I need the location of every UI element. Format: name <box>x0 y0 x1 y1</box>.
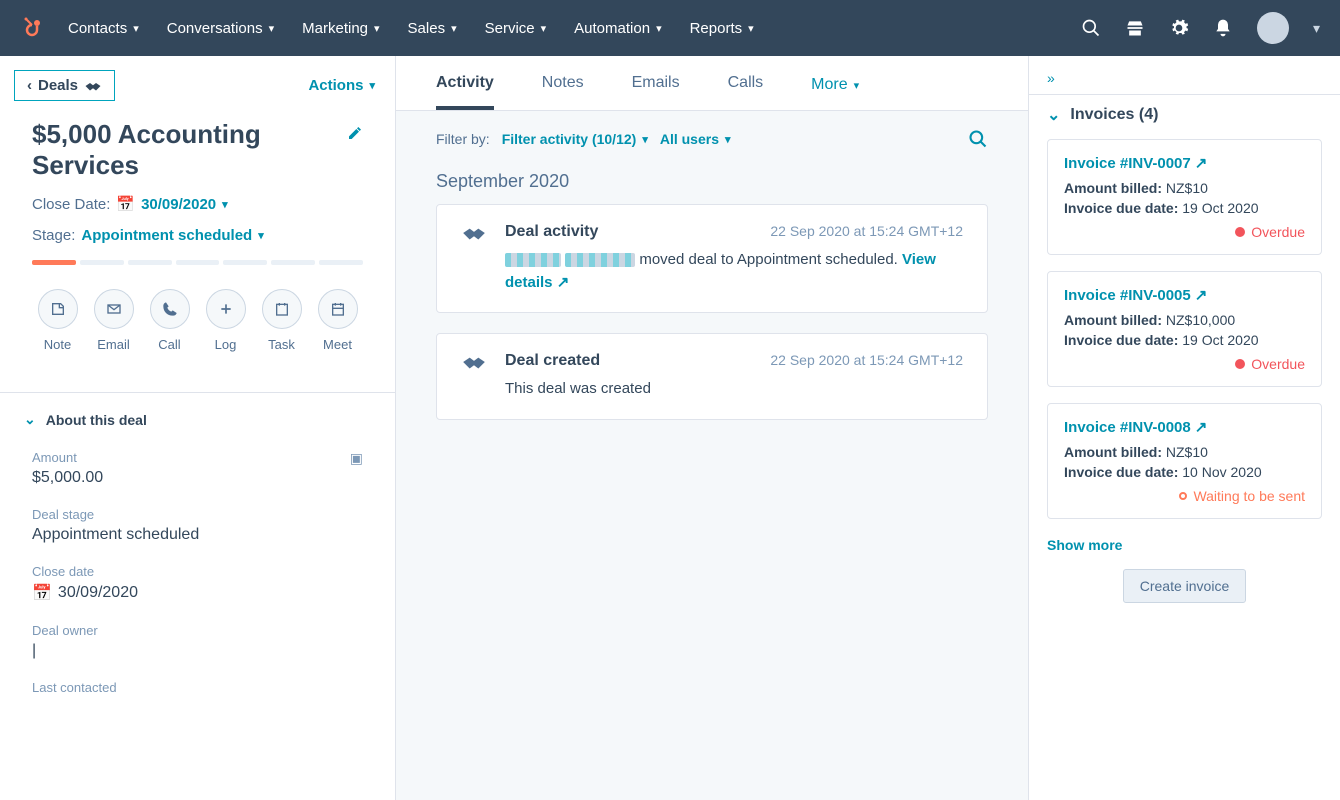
deal-title: $5,000 Accounting Services <box>32 119 312 181</box>
action-buttons-row: Note Email Call Log Task Meet <box>32 289 363 352</box>
invoice-billed: Amount billed: NZ$10,000 <box>1064 312 1305 328</box>
activity-panel: Activity Notes Emails Calls More Filter … <box>396 56 1028 800</box>
external-link-icon: ↗ <box>1195 418 1208 436</box>
deal-stage-field-value: Appointment scheduled <box>32 526 363 544</box>
invoice-status: Overdue <box>1064 356 1305 372</box>
invoice-billed: Amount billed: NZ$10 <box>1064 444 1305 460</box>
external-link-icon: ↗ <box>557 274 570 291</box>
back-to-deals-button[interactable]: ‹ Deals <box>14 70 115 101</box>
nav-conversations[interactable]: Conversations <box>167 20 274 37</box>
amount-value: $5,000.00 <box>32 469 103 487</box>
invoice-due: Invoice due date: 19 Oct 2020 <box>1064 332 1305 348</box>
activity-month-label: September 2020 <box>396 167 1028 204</box>
meet-button[interactable] <box>318 289 358 329</box>
redacted-user <box>505 253 561 267</box>
email-button[interactable] <box>94 289 134 329</box>
activity-description: This deal was created <box>505 378 963 401</box>
invoice-due: Invoice due date: 10 Nov 2020 <box>1064 464 1305 480</box>
call-button[interactable] <box>150 289 190 329</box>
handshake-icon <box>461 223 487 294</box>
activity-card: Deal activity 22 Sep 2020 at 15:24 GMT+1… <box>436 204 988 313</box>
hubspot-logo <box>20 16 44 40</box>
invoice-status: Overdue <box>1064 224 1305 240</box>
top-nav: Contacts Conversations Marketing Sales S… <box>0 0 1340 56</box>
nav-contacts[interactable]: Contacts <box>68 20 139 37</box>
expand-panel-icon[interactable]: » <box>1029 70 1340 94</box>
nav-service[interactable]: Service <box>485 20 547 37</box>
actions-dropdown[interactable]: Actions <box>308 77 375 94</box>
amount-label: Amount <box>32 450 103 465</box>
note-button[interactable] <box>38 289 78 329</box>
filter-activity-dropdown[interactable]: Filter activity (10/12) <box>502 131 648 147</box>
deal-owner-label: Deal owner <box>32 623 363 638</box>
calendar-icon: 📅 <box>116 195 135 213</box>
close-date-label: Close Date: <box>32 196 110 213</box>
invoice-link[interactable]: Invoice #INV-0005 ↗ <box>1064 286 1207 304</box>
filter-users-dropdown[interactable]: All users <box>660 131 731 147</box>
tab-calls[interactable]: Calls <box>728 74 764 110</box>
activity-timestamp: 22 Sep 2020 at 15:24 GMT+12 <box>770 352 963 368</box>
external-link-icon: ↗ <box>1195 154 1208 172</box>
deal-owner-value: | <box>32 642 363 660</box>
nav-automation[interactable]: Automation <box>574 20 661 37</box>
activity-card: Deal created 22 Sep 2020 at 15:24 GMT+12… <box>436 333 988 420</box>
last-contacted-label: Last contacted <box>32 680 363 695</box>
invoices-section-toggle[interactable]: ⌄ Invoices (4) <box>1029 94 1340 139</box>
tab-emails[interactable]: Emails <box>632 74 680 110</box>
handshake-icon <box>461 352 487 401</box>
invoice-card: Invoice #INV-0008 ↗ Amount billed: NZ$10 I… <box>1047 403 1322 519</box>
chevron-down-icon: ⌄ <box>24 411 36 428</box>
invoice-billed: Amount billed: NZ$10 <box>1064 180 1305 196</box>
tab-notes[interactable]: Notes <box>542 74 584 110</box>
stage-label: Stage: <box>32 227 75 244</box>
tab-activity[interactable]: Activity <box>436 74 494 110</box>
marketplace-icon[interactable] <box>1125 18 1145 38</box>
user-avatar[interactable] <box>1257 12 1289 44</box>
deal-stage-field-label: Deal stage <box>32 507 363 522</box>
chevron-down-icon: ⌄ <box>1047 105 1060 125</box>
invoice-status: Waiting to be sent <box>1064 488 1305 504</box>
activity-tabs: Activity Notes Emails Calls More <box>396 56 1028 111</box>
about-this-deal-toggle[interactable]: ⌄ About this deal <box>0 393 395 440</box>
create-invoice-button[interactable]: Create invoice <box>1123 569 1247 603</box>
activity-description: moved deal to Appointment scheduled. Vie… <box>505 249 963 294</box>
nav-marketing[interactable]: Marketing <box>302 20 379 37</box>
filter-by-label: Filter by: <box>436 131 490 147</box>
chevron-left-icon: ‹ <box>27 77 32 94</box>
invoice-link[interactable]: Invoice #INV-0008 ↗ <box>1064 418 1207 436</box>
edit-icon[interactable] <box>347 125 363 141</box>
invoice-due: Invoice due date: 19 Oct 2020 <box>1064 200 1305 216</box>
nav-reports[interactable]: Reports <box>690 20 754 37</box>
show-more-link[interactable]: Show more <box>1029 535 1340 569</box>
redacted-user <box>565 253 635 267</box>
stage-value[interactable]: Appointment scheduled <box>81 227 263 244</box>
calendar-icon: 📅 <box>32 583 52 603</box>
nav-items: Contacts Conversations Marketing Sales S… <box>68 20 1081 37</box>
close-date-field-value: 📅30/09/2020 <box>32 583 363 603</box>
close-date-value[interactable]: 30/09/2020 <box>141 196 228 213</box>
activity-search-icon[interactable] <box>968 129 988 149</box>
settings-icon[interactable] <box>1169 18 1189 38</box>
log-button[interactable] <box>206 289 246 329</box>
account-dropdown[interactable]: ▾ <box>1313 20 1320 37</box>
nav-right: ▾ <box>1081 12 1320 44</box>
right-panel: » ⌄ Invoices (4) Invoice #INV-0007 ↗ Amou… <box>1028 56 1340 800</box>
tab-more[interactable]: More <box>811 74 859 110</box>
external-link-icon: ↗ <box>1195 286 1208 304</box>
nav-sales[interactable]: Sales <box>408 20 457 37</box>
task-button[interactable] <box>262 289 302 329</box>
activity-title: Deal activity <box>505 223 598 241</box>
invoice-link[interactable]: Invoice #INV-0007 ↗ <box>1064 154 1207 172</box>
invoice-card: Invoice #INV-0005 ↗ Amount billed: NZ$10,… <box>1047 271 1322 387</box>
activity-title: Deal created <box>505 352 600 370</box>
notifications-icon[interactable] <box>1213 18 1233 38</box>
handshake-icon <box>84 79 102 93</box>
search-icon[interactable] <box>1081 18 1101 38</box>
currency-settings-icon[interactable]: ▣ <box>350 450 363 467</box>
left-panel: ‹ Deals Actions $5,000 Accounting Servic… <box>0 56 396 800</box>
stage-progress-bar <box>32 260 363 265</box>
close-date-field-label: Close date <box>32 564 363 579</box>
invoice-card: Invoice #INV-0007 ↗ Amount billed: NZ$10 I… <box>1047 139 1322 255</box>
activity-timestamp: 22 Sep 2020 at 15:24 GMT+12 <box>770 223 963 239</box>
